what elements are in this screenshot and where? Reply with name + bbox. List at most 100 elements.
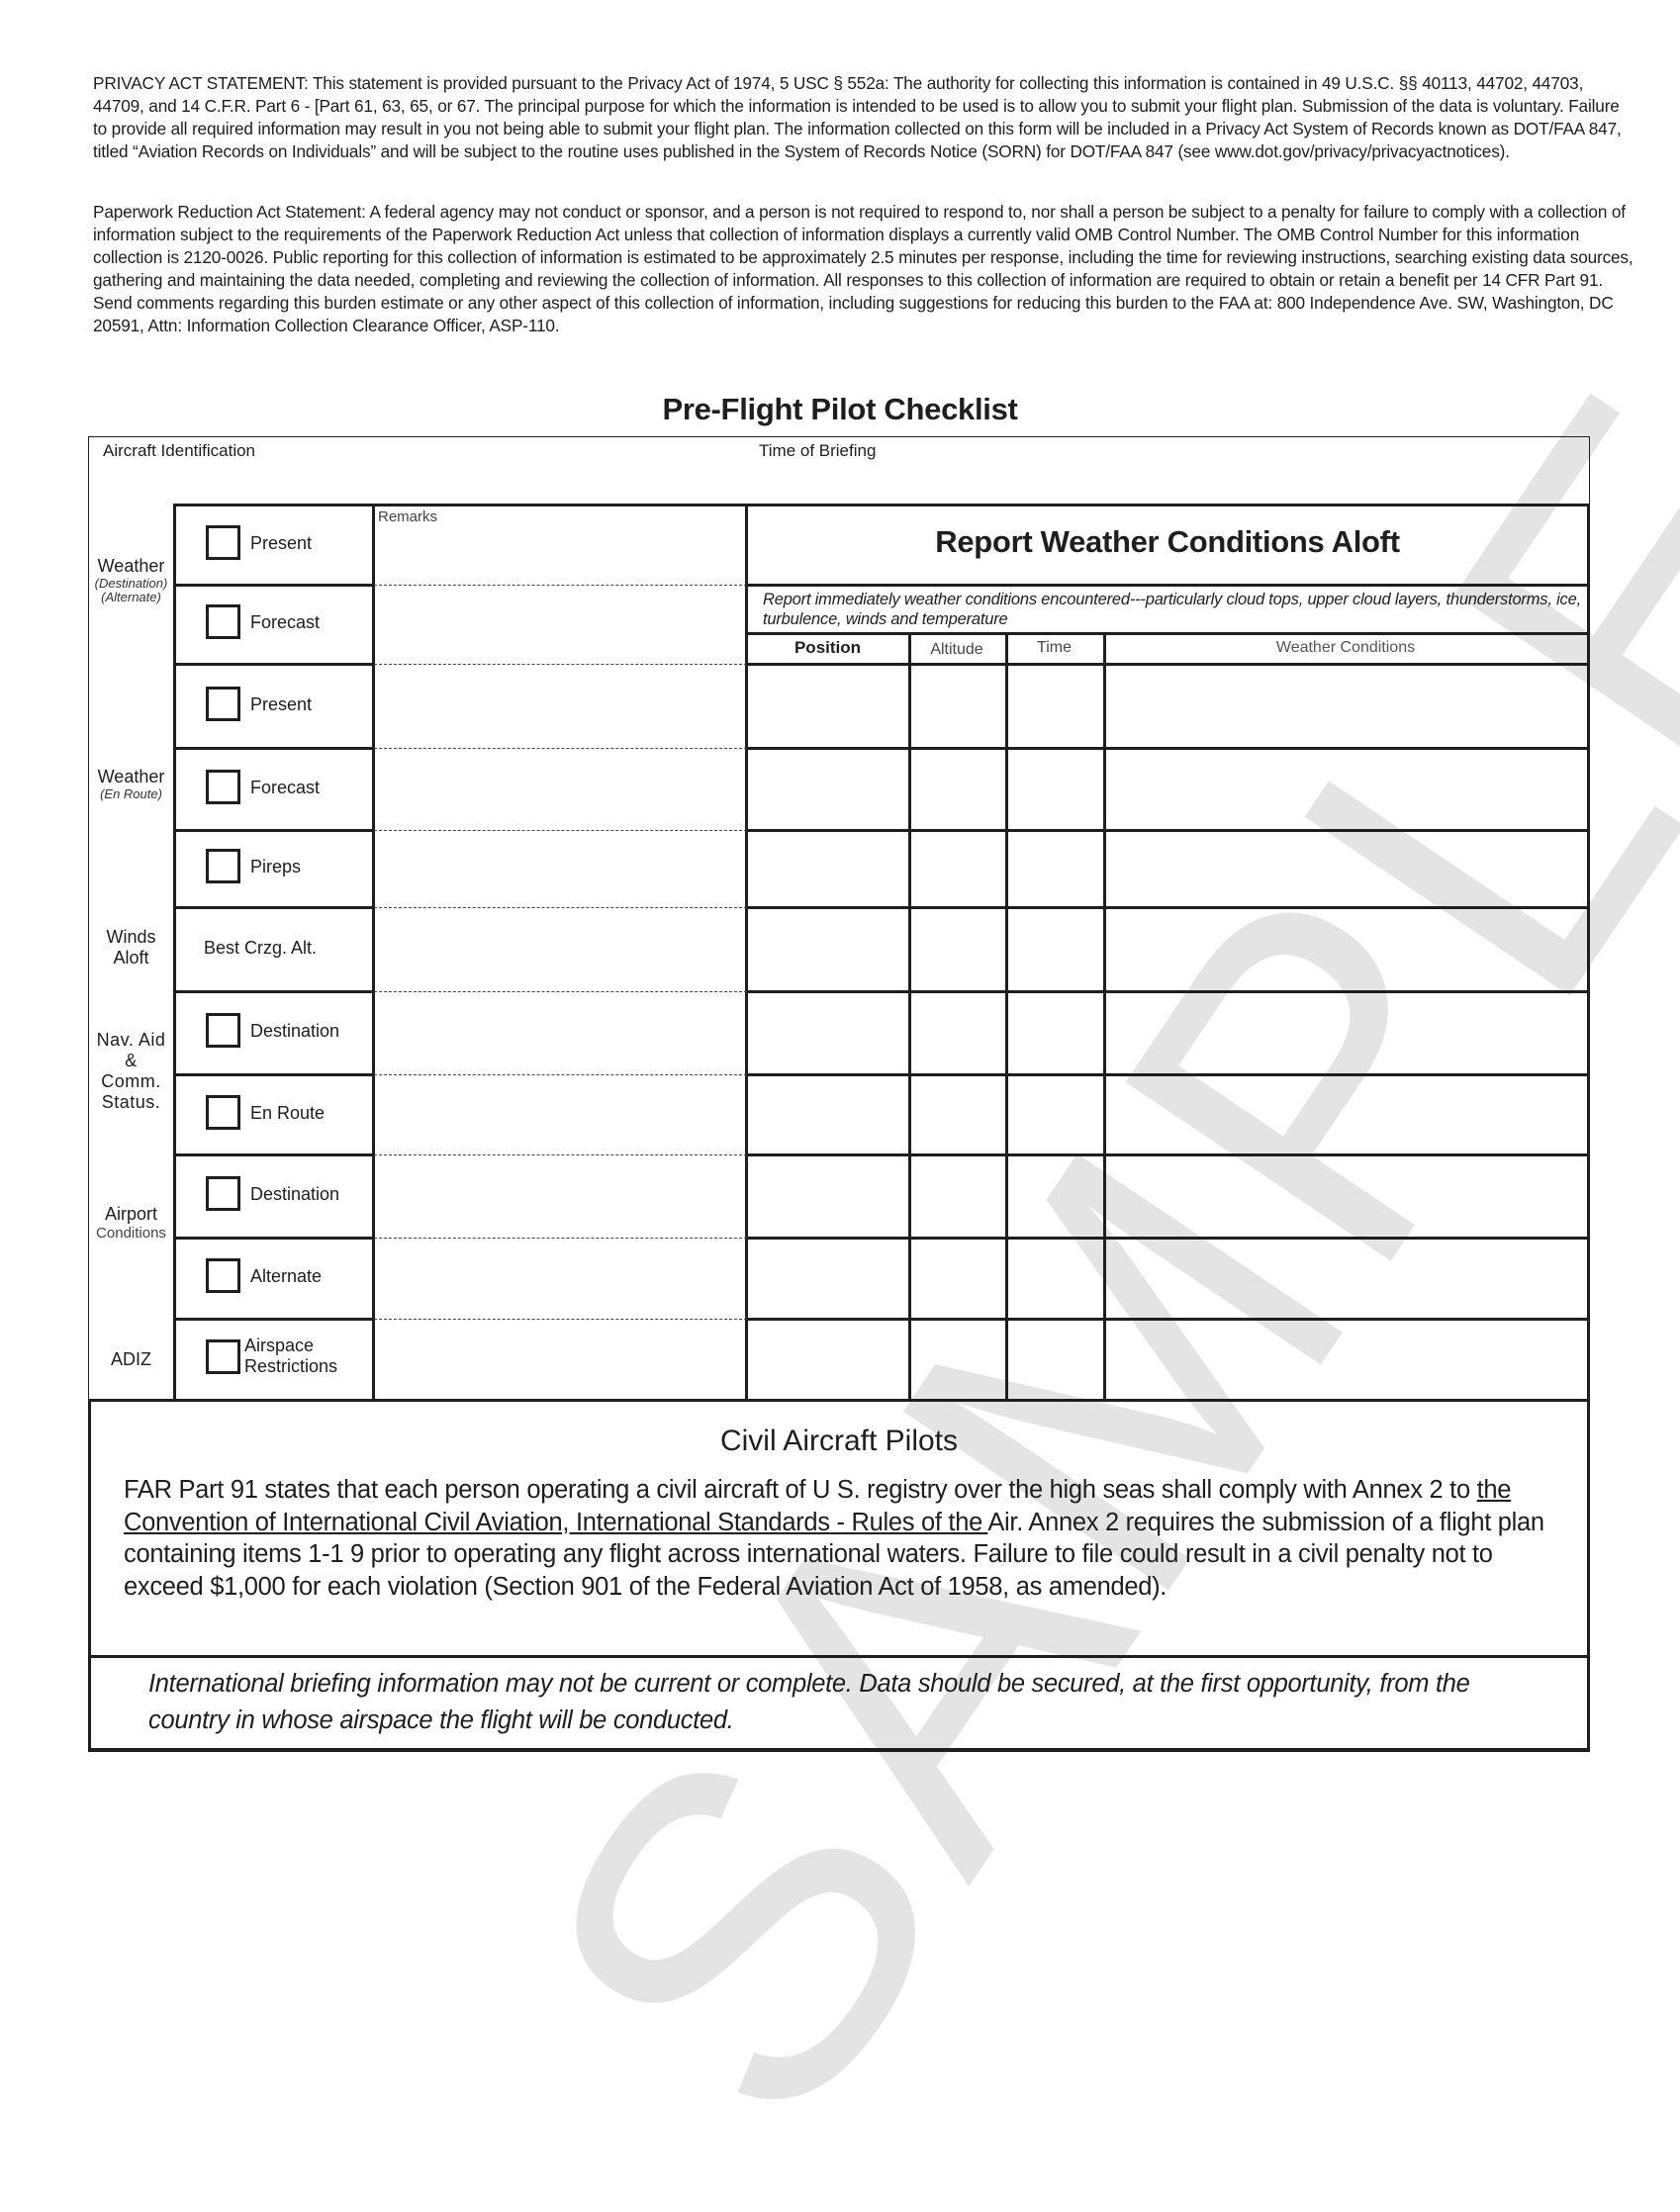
report-cell-time[interactable] xyxy=(1008,751,1103,829)
checklist-checkbox[interactable] xyxy=(206,686,240,721)
frame-right-border xyxy=(1587,504,1590,1752)
checklist-checkbox[interactable] xyxy=(206,524,240,560)
category-label: Weather xyxy=(97,767,165,786)
checkbox-row-line xyxy=(174,1237,374,1240)
time-of-briefing-field[interactable] xyxy=(756,465,1571,501)
remarks-field[interactable] xyxy=(378,912,744,988)
grid-top-line xyxy=(174,504,1590,507)
checklist-checkbox[interactable] xyxy=(206,1094,240,1130)
report-cell-altitude[interactable] xyxy=(911,1241,1005,1318)
report-cell-weather-conditions[interactable] xyxy=(1106,667,1587,747)
category-adiz: ADIZ xyxy=(110,1349,151,1369)
remarks-field[interactable] xyxy=(378,1324,744,1397)
checklist-checkbox[interactable] xyxy=(206,1013,240,1048)
civil-pilots-title: Civil Aircraft Pilots xyxy=(719,1425,959,1457)
report-cell-weather-conditions[interactable] xyxy=(1106,751,1587,829)
remarks-row-line xyxy=(374,907,747,908)
remarks-field[interactable] xyxy=(378,996,744,1071)
column-header-weather-conditions: Weather Conditions xyxy=(1275,639,1416,656)
column-header-altitude: Altitude xyxy=(930,641,983,658)
report-cell-position[interactable] xyxy=(749,1157,908,1237)
report-cell-time[interactable] xyxy=(1008,1077,1103,1153)
report-cell-time[interactable] xyxy=(1008,1157,1103,1237)
remarks-row-line xyxy=(374,1074,747,1075)
checkbox-row-line xyxy=(174,906,374,909)
checkbox-row-line xyxy=(174,1318,374,1321)
report-cell-position[interactable] xyxy=(749,994,908,1073)
remarks-row-line xyxy=(374,664,747,665)
remarks-field[interactable] xyxy=(378,835,744,904)
report-cell-weather-conditions[interactable] xyxy=(1106,833,1587,906)
report-cell-altitude[interactable] xyxy=(911,1322,1005,1399)
remarks-row-line xyxy=(374,1154,747,1155)
report-cell-altitude[interactable] xyxy=(911,751,1005,829)
frame-bottom-border xyxy=(88,1748,1590,1752)
checklist-item-label: Destination xyxy=(250,1021,340,1041)
checklist-checkbox[interactable] xyxy=(206,1339,240,1374)
remarks-row-line xyxy=(374,1238,747,1239)
report-row-line xyxy=(747,1237,1590,1240)
report-cell-altitude[interactable] xyxy=(911,910,1005,990)
aircraft-identification-field[interactable] xyxy=(99,465,736,501)
report-cell-altitude[interactable] xyxy=(911,833,1005,906)
report-cell-time[interactable] xyxy=(1008,994,1103,1073)
checklist-item-label: Airspace Restrictions xyxy=(244,1336,338,1376)
checklist-item-label: Best Crzg. Alt. xyxy=(204,937,318,958)
report-cell-weather-conditions[interactable] xyxy=(1106,1157,1587,1237)
report-row-line xyxy=(747,1073,1590,1076)
report-cell-weather-conditions[interactable] xyxy=(1106,1077,1587,1153)
report-cell-time[interactable] xyxy=(1008,1241,1103,1318)
remarks-row-line xyxy=(374,585,747,586)
checklist-checkbox[interactable] xyxy=(206,1176,240,1211)
checkbox-row-line xyxy=(174,1153,374,1156)
category-airport-conditions: Airport Conditions xyxy=(88,1204,174,1243)
remarks-field[interactable] xyxy=(378,1159,744,1235)
report-cell-position[interactable] xyxy=(749,1077,908,1153)
report-cell-position[interactable] xyxy=(749,1322,908,1399)
report-cell-position[interactable] xyxy=(749,667,908,747)
checklist-checkbox[interactable] xyxy=(206,849,240,883)
checkbox-row-line xyxy=(174,990,374,993)
remarks-field[interactable] xyxy=(378,669,744,745)
frame-right-border-top xyxy=(1589,436,1590,510)
report-cell-altitude[interactable] xyxy=(911,1157,1005,1237)
report-cell-altitude[interactable] xyxy=(911,994,1005,1073)
report-row-line xyxy=(747,829,1590,832)
report-row-line xyxy=(747,990,1590,993)
remarks-field[interactable] xyxy=(378,753,744,827)
report-cell-weather-conditions[interactable] xyxy=(1106,1322,1587,1399)
column-header-time: Time xyxy=(1037,639,1072,656)
category-sublabel: (En Route) xyxy=(100,786,162,801)
report-cell-time[interactable] xyxy=(1008,833,1103,906)
report-cell-time[interactable] xyxy=(1008,1322,1103,1399)
report-cell-time[interactable] xyxy=(1008,910,1103,990)
remarks-label: Remarks xyxy=(378,508,438,525)
report-cell-position[interactable] xyxy=(749,910,908,990)
checkbox-row-line xyxy=(174,584,374,587)
report-cell-weather-conditions[interactable] xyxy=(1106,910,1587,990)
report-cell-time[interactable] xyxy=(1008,667,1103,747)
checklist-checkbox[interactable] xyxy=(206,769,240,804)
checklist-item-label: Forecast xyxy=(250,777,321,797)
checklist-item-label: Present xyxy=(250,693,313,714)
remarks-field[interactable] xyxy=(378,527,744,582)
remarks-field[interactable] xyxy=(378,1243,744,1316)
checklist-item-label: Present xyxy=(250,532,313,553)
report-cell-position[interactable] xyxy=(749,1241,908,1318)
remarks-field[interactable] xyxy=(378,1079,744,1152)
report-cell-position[interactable] xyxy=(749,833,908,906)
category-winds-aloft: Winds Aloft xyxy=(106,927,156,968)
category-label: Weather xyxy=(97,556,165,576)
report-cell-altitude[interactable] xyxy=(911,1077,1005,1153)
remarks-field[interactable] xyxy=(378,590,744,661)
report-row-line xyxy=(747,906,1590,909)
report-cell-position[interactable] xyxy=(749,751,908,829)
report-cell-weather-conditions[interactable] xyxy=(1106,994,1587,1073)
civil-pilots-body: FAR Part 91 states that each person oper… xyxy=(124,1474,1568,1603)
checklist-checkbox[interactable] xyxy=(206,1258,240,1293)
remarks-row-line xyxy=(374,1319,747,1320)
report-cell-altitude[interactable] xyxy=(911,667,1005,747)
report-cell-weather-conditions[interactable] xyxy=(1106,1241,1587,1318)
checklist-checkbox[interactable] xyxy=(206,604,240,639)
report-row-line xyxy=(747,747,1590,750)
